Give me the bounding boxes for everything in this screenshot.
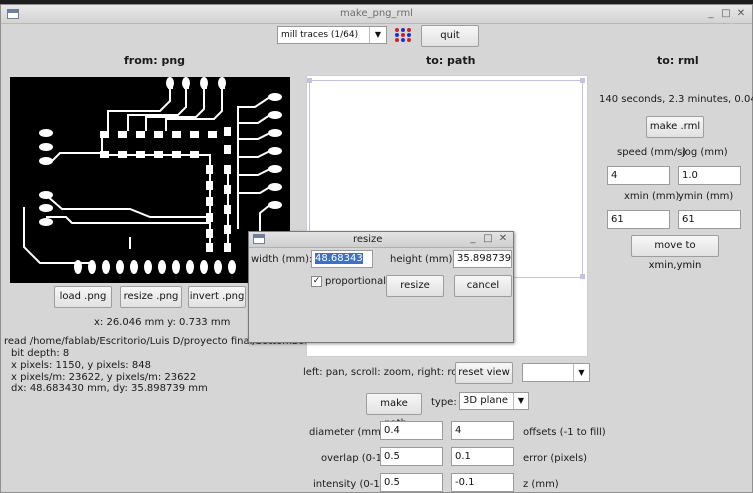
xmin-input[interactable]: 61	[607, 210, 670, 229]
header-to-rml: to: rml	[657, 54, 699, 67]
z-input[interactable]: -0.1	[451, 473, 514, 492]
header-to-path: to: path	[426, 54, 476, 67]
resize-dialog: resize _ □ ✕ width (mm): 48.68343 height…	[248, 231, 514, 343]
quit-button[interactable]: quit	[421, 25, 479, 47]
jog-label: jog (mm)	[682, 147, 728, 158]
info-dimensions: dx: 48.683430 mm, dy: 35.898739 mm	[11, 383, 208, 394]
intensity-label: intensity (0-1)	[313, 479, 384, 490]
dialog-minimize-button[interactable]: _	[467, 233, 479, 245]
height-label: height (mm):	[390, 254, 456, 265]
dialog-window-icon	[253, 234, 265, 244]
ymin-input[interactable]: 61	[678, 210, 741, 229]
overlap-label: overlap (0-1)	[321, 453, 386, 464]
info-pixels: x pixels: 1150, y pixels: 848	[11, 360, 151, 371]
make-path-button[interactable]: make .path	[366, 393, 422, 429]
load-png-button[interactable]: load .png	[54, 286, 112, 308]
corner-handle	[580, 274, 585, 279]
maximize-button[interactable]: □	[720, 8, 732, 20]
chevron-down-icon: ▼	[369, 27, 386, 43]
cursor-coords: x: 26.046 mm y: 0.733 mm	[94, 317, 231, 328]
jog-input[interactable]: 1.0	[678, 166, 741, 185]
error-label: error (pixels)	[523, 453, 588, 464]
error-input[interactable]: 0.1	[451, 447, 514, 466]
info-bit-depth: bit depth: 8	[11, 348, 70, 359]
offsets-input[interactable]: 4	[451, 421, 514, 440]
proportional-checkbox[interactable]: ✓	[311, 276, 322, 287]
info-pixels-per-m: x pixels/m: 23622, y pixels/m: 23622	[11, 372, 197, 383]
view-select[interactable]: ▼	[522, 363, 590, 382]
close-button[interactable]: ✕	[735, 8, 747, 20]
resize-png-button[interactable]: resize .png	[120, 286, 182, 308]
corner-handle	[580, 78, 585, 83]
width-input-value: 48.68343	[315, 253, 363, 264]
move-to-xmin-ymin-button[interactable]: move to xmin,ymin	[631, 235, 719, 271]
estimated-time: 140 seconds, 2.3 minutes, 0.04 hours	[599, 94, 753, 105]
dialog-resize-button[interactable]: resize	[386, 275, 444, 297]
ymin-label: ymin (mm)	[678, 191, 734, 202]
make-rml-button[interactable]: make .rml	[646, 116, 704, 138]
invert-png-button[interactable]: invert .png	[188, 286, 246, 308]
offsets-label: offsets (-1 to fill)	[523, 427, 606, 438]
proportional-label: proportional	[325, 276, 386, 287]
diameter-label: diameter (mm)	[309, 427, 385, 438]
z-label: z (mm)	[523, 479, 559, 490]
speed-label: speed (mm/s)	[617, 147, 687, 158]
reset-view-button[interactable]: reset view	[455, 362, 513, 384]
height-input[interactable]: 35.898739	[453, 250, 512, 268]
mode-select-value: mill traces (1/64)	[281, 30, 359, 40]
speed-input[interactable]: 4	[607, 166, 670, 185]
width-input[interactable]: 48.68343	[311, 250, 373, 268]
overlap-input[interactable]: 0.5	[380, 447, 443, 466]
type-select-value: 3D plane	[463, 395, 508, 406]
chevron-down-icon: ▼	[513, 393, 528, 409]
main-window: make_png_rml _ □ ✕ mill traces (1/64) ▼ …	[0, 4, 753, 493]
dialog-title-bar: resize _ □ ✕	[249, 232, 513, 248]
corner-handle	[307, 78, 312, 83]
xmin-label: xmin (mm)	[624, 191, 680, 202]
intensity-input[interactable]: 0.5	[380, 473, 443, 492]
type-label: type:	[431, 397, 457, 408]
diameter-input[interactable]: 0.4	[380, 421, 443, 440]
minimize-button[interactable]: _	[705, 8, 717, 20]
width-label: width (mm):	[251, 254, 313, 265]
title-bar: make_png_rml _ □ ✕	[1, 5, 752, 24]
type-select[interactable]: 3D plane ▼	[459, 392, 529, 410]
dialog-cancel-button[interactable]: cancel	[454, 275, 512, 297]
window-title: make_png_rml	[340, 8, 413, 19]
view-hint: left: pan, scroll: zoom, right: rotate	[303, 367, 478, 378]
header-from-png: from: png	[124, 54, 186, 67]
color-grid-icon	[394, 27, 412, 43]
dialog-maximize-button[interactable]: □	[482, 233, 494, 245]
mode-select[interactable]: mill traces (1/64) ▼	[277, 26, 387, 44]
dialog-title: resize	[353, 234, 383, 245]
chevron-down-icon: ▼	[573, 364, 589, 381]
dialog-close-button[interactable]: ✕	[497, 233, 509, 245]
